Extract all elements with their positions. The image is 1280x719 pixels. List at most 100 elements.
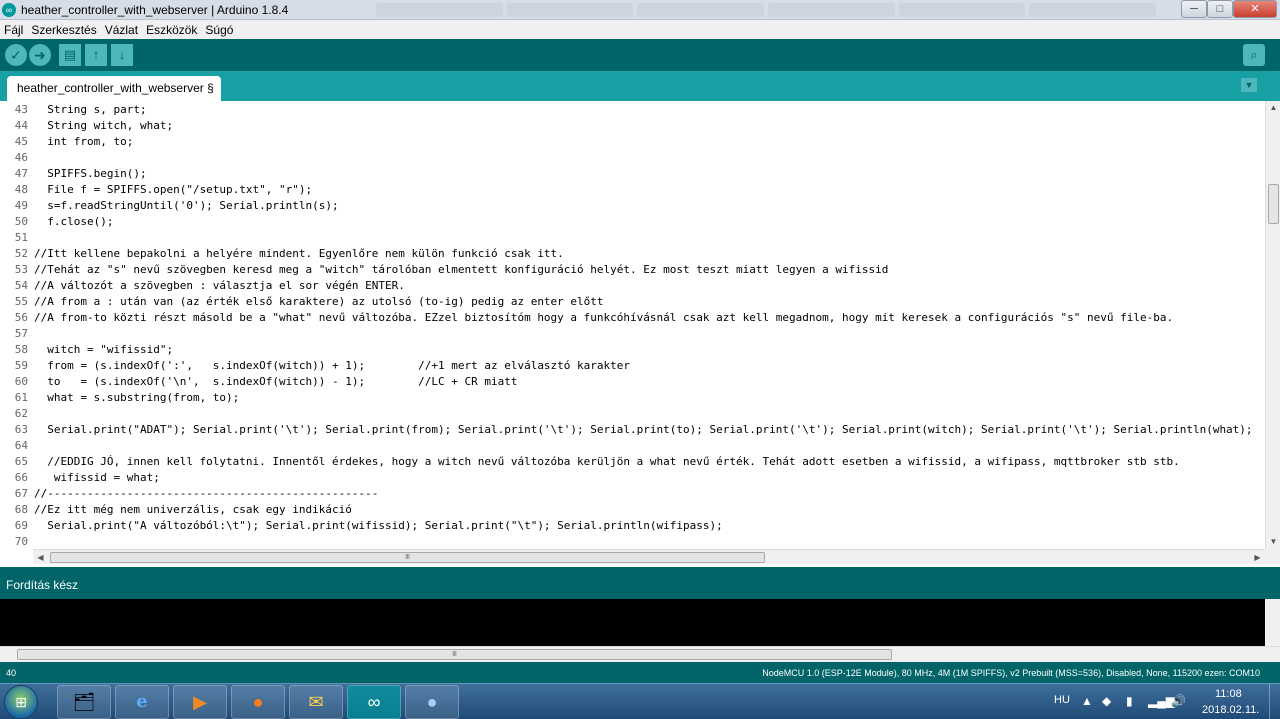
- menu-file[interactable]: Fájl: [4, 23, 23, 37]
- code-text[interactable]: to = (s.indexOf('\n', s.indexOf(witch)) …: [34, 374, 517, 390]
- code-text[interactable]: //A from a : után van (az érték első kar…: [34, 294, 604, 310]
- serial-monitor-button[interactable]: ⌕: [1243, 44, 1265, 66]
- code-line[interactable]: 66 wifissid = what;: [0, 470, 1265, 486]
- code-line[interactable]: 62: [0, 406, 1265, 422]
- code-text[interactable]: String witch, what;: [34, 118, 173, 134]
- code-line[interactable]: 54 //A változót a szövegben : választja e…: [0, 278, 1265, 294]
- scroll-up-arrow-icon[interactable]: ▲: [1266, 101, 1280, 115]
- editor-horizontal-scroll-thumb[interactable]: Ⅲ: [50, 552, 765, 563]
- show-desktop-button[interactable]: [1269, 684, 1280, 719]
- menu-tools[interactable]: Eszközök: [146, 23, 197, 37]
- scroll-right-arrow-icon[interactable]: ▶: [1250, 550, 1265, 565]
- code-text[interactable]: //Ez itt még nem univerzális, csak egy i…: [34, 502, 352, 518]
- power-icon[interactable]: ▮: [1126, 694, 1133, 708]
- minimize-button[interactable]: ─: [1181, 0, 1207, 18]
- editor-vertical-scroll-thumb[interactable]: [1268, 184, 1279, 224]
- code-line[interactable]: 61 what = s.substring(from, to);: [0, 390, 1265, 406]
- volume-icon[interactable]: 🔊: [1171, 694, 1186, 708]
- editor-horizontal-scrollbar[interactable]: ◀ Ⅲ ▶: [33, 549, 1265, 564]
- mail-icon[interactable]: ✉: [289, 685, 343, 719]
- code-line[interactable]: 48 File f = SPIFFS.open("/setup.txt", "r…: [0, 182, 1265, 198]
- editor-vertical-scrollbar[interactable]: ▲ ▼: [1265, 101, 1280, 549]
- line-number: 69: [14, 519, 28, 532]
- code-line[interactable]: 58 witch = "wifissid";: [0, 342, 1265, 358]
- code-line[interactable]: 49 s=f.readStringUntil('0'); Serial.prin…: [0, 198, 1265, 214]
- console-horizontal-scroll-thumb[interactable]: Ⅲ: [17, 649, 892, 660]
- code-line[interactable]: 64: [0, 438, 1265, 454]
- code-line[interactable]: 45 int from, to;: [0, 134, 1265, 150]
- tab-menu-button[interactable]: ▼: [1241, 78, 1257, 92]
- code-text[interactable]: from = (s.indexOf(':', s.indexOf(witch))…: [34, 358, 630, 374]
- menu-edit[interactable]: Szerkesztés: [31, 23, 96, 37]
- tab-sketch[interactable]: heather_controller_with_webserver §: [7, 76, 221, 101]
- code-line[interactable]: 57: [0, 326, 1265, 342]
- code-text[interactable]: wifissid = what;: [34, 470, 160, 486]
- menu-sketch[interactable]: Vázlat: [105, 23, 138, 37]
- title-bar: ∞ heather_controller_with_webserver | Ar…: [0, 0, 1280, 20]
- code-line[interactable]: 68 //Ez itt még nem univerzális, csak egy…: [0, 502, 1265, 518]
- code-text[interactable]: //A from-to közti részt másold be a "wha…: [34, 310, 1173, 326]
- code-line[interactable]: 53 //Tehát az "s" nevű szövegben keresd m…: [0, 262, 1265, 278]
- code-text[interactable]: //EDDIG JÓ, innen kell folytatni. Innent…: [34, 454, 1179, 470]
- arduino-icon[interactable]: ∞: [347, 685, 401, 719]
- upload-button[interactable]: ➜: [29, 44, 51, 66]
- windows-start-icon[interactable]: ⊞: [4, 685, 38, 719]
- dropbox-icon[interactable]: ◆: [1102, 694, 1111, 708]
- maximize-button[interactable]: □: [1207, 0, 1233, 18]
- code-text[interactable]: //Itt kellene bepakolni a helyére minden…: [34, 246, 564, 262]
- code-text[interactable]: SPIFFS.begin();: [34, 166, 146, 182]
- code-line[interactable]: 65 //EDDIG JÓ, innen kell folytatni. Inn…: [0, 454, 1265, 470]
- clock-time[interactable]: 11:08: [1215, 688, 1242, 700]
- code-text[interactable]: //A változót a szövegben : választja el …: [34, 278, 405, 294]
- line-number: 43: [14, 103, 28, 116]
- code-text[interactable]: Serial.print("A változóból:\t"); Serial.…: [34, 518, 723, 534]
- code-line[interactable]: 55 //A from a : után van (az érték első k…: [0, 294, 1265, 310]
- console-horizontal-scrollbar[interactable]: Ⅲ: [0, 646, 1280, 662]
- code-line[interactable]: 63 Serial.print("ADAT"); Serial.print('\…: [0, 422, 1265, 438]
- code-line[interactable]: 52 //Itt kellene bepakolni a helyére mind…: [0, 246, 1265, 262]
- code-line[interactable]: 70: [0, 534, 1265, 549]
- save-sketch-button[interactable]: ↓: [111, 44, 133, 66]
- code-line[interactable]: 51: [0, 230, 1265, 246]
- code-editor[interactable]: 43 String s, part; 44 String witch, what;…: [0, 101, 1280, 549]
- clock-date[interactable]: 2018.02.11.: [1202, 704, 1259, 716]
- language-indicator[interactable]: HU: [1054, 694, 1070, 706]
- menu-help[interactable]: Súgó: [205, 23, 233, 37]
- code-line[interactable]: 67 //------------------------------------…: [0, 486, 1265, 502]
- file-explorer-icon[interactable]: 🗂: [57, 685, 111, 719]
- line-number: 64: [14, 439, 28, 452]
- code-text[interactable]: //--------------------------------------…: [34, 486, 378, 502]
- code-text[interactable]: s=f.readStringUntil('0'); Serial.println…: [34, 198, 338, 214]
- code-line[interactable]: 47 SPIFFS.begin();: [0, 166, 1265, 182]
- code-line[interactable]: 69 Serial.print("A változóból:\t"); Seri…: [0, 518, 1265, 534]
- droplet-app-icon[interactable]: ●: [405, 685, 459, 719]
- internet-explorer-icon[interactable]: e: [115, 685, 169, 719]
- code-area[interactable]: 43 String s, part; 44 String witch, what;…: [0, 101, 1265, 549]
- console-output[interactable]: [0, 599, 1280, 646]
- console-vertical-scrollbar[interactable]: [1265, 599, 1280, 646]
- code-text[interactable]: Serial.print("ADAT"); Serial.print('\t')…: [34, 422, 1252, 438]
- code-line[interactable]: 56 //A from-to közti részt másold be a "w…: [0, 310, 1265, 326]
- code-line[interactable]: 60 to = (s.indexOf('\n', s.indexOf(witch…: [0, 374, 1265, 390]
- firefox-icon[interactable]: ●: [231, 685, 285, 719]
- code-text[interactable]: f.close();: [34, 214, 113, 230]
- code-line[interactable]: 43 String s, part;: [0, 102, 1265, 118]
- verify-button[interactable]: ✓: [5, 44, 27, 66]
- code-text[interactable]: int from, to;: [34, 134, 133, 150]
- code-text[interactable]: witch = "wifissid";: [34, 342, 173, 358]
- code-line[interactable]: 50 f.close();: [0, 214, 1265, 230]
- code-line[interactable]: 46: [0, 150, 1265, 166]
- code-text[interactable]: String s, part;: [34, 102, 146, 118]
- code-text[interactable]: what = s.substring(from, to);: [34, 390, 239, 406]
- code-line[interactable]: 44 String witch, what;: [0, 118, 1265, 134]
- close-button[interactable]: ✕: [1233, 0, 1277, 18]
- scroll-down-arrow-icon[interactable]: ▼: [1266, 535, 1280, 549]
- new-sketch-button[interactable]: ▤: [59, 44, 81, 66]
- code-text[interactable]: //Tehát az "s" nevű szövegben keresd meg…: [34, 262, 888, 278]
- scroll-left-arrow-icon[interactable]: ◀: [33, 550, 48, 565]
- open-sketch-button[interactable]: ↑: [85, 44, 107, 66]
- media-player-icon[interactable]: ▶: [173, 685, 227, 719]
- show-hidden-icons-icon[interactable]: ▲: [1081, 694, 1093, 708]
- code-text[interactable]: File f = SPIFFS.open("/setup.txt", "r");: [34, 182, 312, 198]
- code-line[interactable]: 59 from = (s.indexOf(':', s.indexOf(witc…: [0, 358, 1265, 374]
